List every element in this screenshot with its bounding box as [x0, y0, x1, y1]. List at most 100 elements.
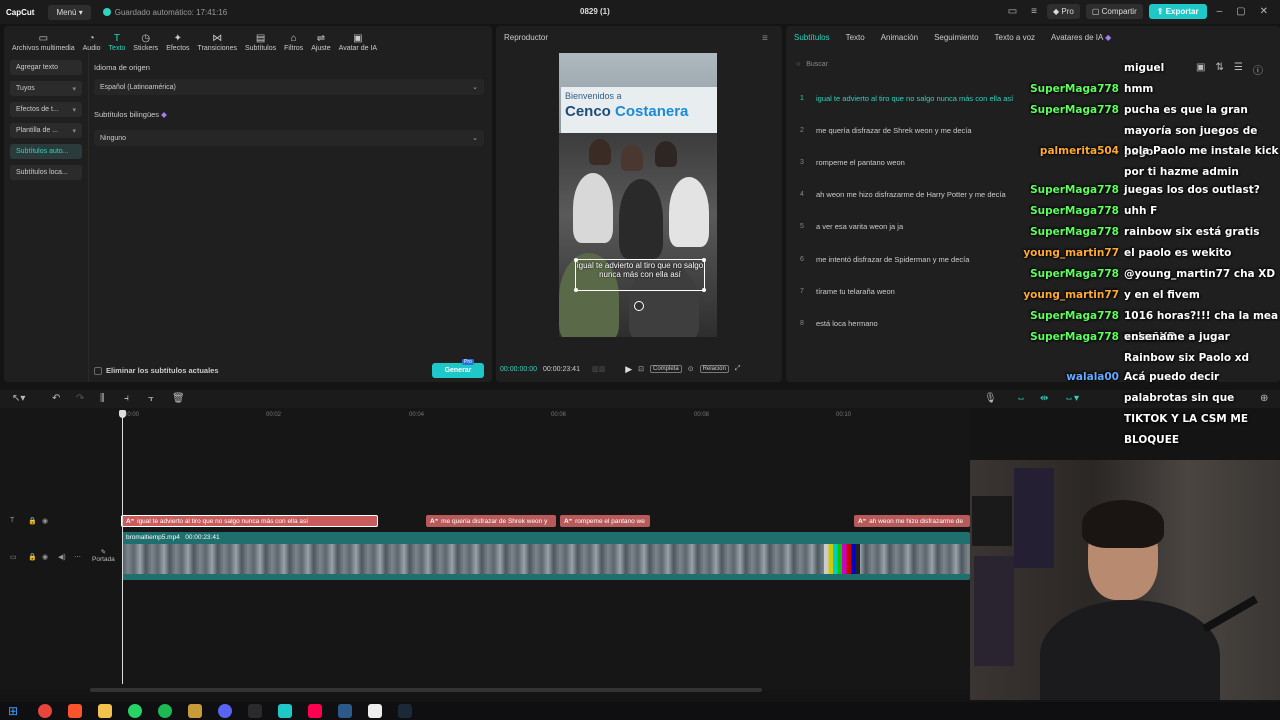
timeline-ruler[interactable]: 00:00 00:02 00:04 00:06 00:08 00:10	[120, 410, 970, 422]
tool-transitions[interactable]: ⋈ Transiciones	[194, 33, 241, 52]
tool-media[interactable]: ▭ Archivos multimedia	[8, 33, 79, 52]
text-clip[interactable]: A⁼ ah weon me hizo disfrazarme de	[854, 515, 970, 527]
tool-subtitles[interactable]: ▤ Subtítulos	[241, 33, 280, 52]
caption-overlay[interactable]: igual te advierto al tiro que no salgo n…	[574, 258, 706, 292]
resize-handle[interactable]	[574, 258, 578, 262]
menu-button[interactable]: Menú ▾	[48, 4, 91, 20]
play-icon[interactable]: ▶	[625, 364, 632, 375]
brave-icon[interactable]	[68, 704, 82, 718]
tab-subtitles[interactable]: Subtítulos	[794, 33, 830, 42]
subtitle-row[interactable]: 1 igual te advierto al tiro que no salgo …	[800, 91, 1040, 105]
tool-audio[interactable]: ◔ Audio	[79, 33, 105, 52]
epic-games-icon[interactable]	[248, 704, 262, 718]
subtitle-row[interactable]: 3 rompeme el pantano weon	[800, 155, 1040, 169]
subtitle-row[interactable]: 7 tírame tu telaraña weon	[800, 284, 1040, 298]
discord-icon[interactable]	[218, 704, 232, 718]
delete-icon[interactable]: 🗑	[172, 393, 185, 404]
tool-effects[interactable]: ✦ Efectos	[162, 33, 193, 52]
export-button[interactable]: ⇪ Exportar	[1148, 4, 1207, 19]
subtitle-row[interactable]: 4 ah weon me hizo disfrazarme de Harry Po…	[800, 187, 1040, 201]
minimize-icon[interactable]: –	[1213, 6, 1227, 17]
winamp-icon[interactable]	[188, 704, 202, 718]
volume-icon[interactable]: ◀)	[58, 553, 66, 561]
screenshot-icon[interactable]: ⊙	[688, 365, 694, 373]
list-icon[interactable]: ≡	[1027, 6, 1041, 17]
subtitle-row[interactable]: 5 a ver esa varita weon ja ja	[800, 219, 1040, 233]
sidenav-local-subtitles[interactable]: Subtítulos loca...	[10, 165, 82, 180]
tab-ai-avatars[interactable]: Avatares de IA ◆	[1051, 33, 1111, 42]
generate-button[interactable]: Generar	[432, 363, 484, 378]
timeline-scrollbar[interactable]	[90, 688, 762, 692]
tool-filters[interactable]: ⌂ Filtros	[280, 33, 307, 52]
share-button[interactable]: ▢ Compartir	[1085, 4, 1143, 19]
text-clip[interactable]: A⁼ igual te advierto al tiro que no salgo…	[121, 515, 378, 527]
remove-subtitles-option[interactable]: Eliminar los subtítulos actuales	[94, 366, 219, 375]
cursor-icon[interactable]: ↖▾	[12, 393, 25, 404]
subtitle-row[interactable]: 6 me intentó disfrazar de Spiderman y me …	[800, 252, 1040, 266]
fullscreen-icon[interactable]: ⤢	[735, 365, 741, 373]
text-clip[interactable]: A⁼ me quería disfrazar de Shrek weon y	[426, 515, 556, 527]
split-icon[interactable]: ⫼	[100, 393, 105, 404]
split-right-icon[interactable]: ⫟	[148, 393, 154, 404]
sidenav-add-text[interactable]: Agregar texto	[10, 60, 82, 75]
sidenav-text-effects[interactable]: Efectos de t... ▾	[10, 102, 82, 117]
eye-icon[interactable]: ◉	[42, 553, 48, 561]
tab-text[interactable]: Texto	[846, 33, 865, 42]
cover-button[interactable]: ✎ Portada	[92, 548, 115, 563]
sidenav-templates[interactable]: Plantilla de ... ▾	[10, 123, 82, 138]
resize-handle[interactable]	[574, 288, 578, 292]
full-button[interactable]: Completa	[650, 365, 682, 373]
redo-icon[interactable]: ↷	[76, 393, 84, 404]
tiktok-icon[interactable]	[308, 704, 322, 718]
tool-text[interactable]: T Texto	[105, 33, 130, 52]
tab-animation[interactable]: Animación	[881, 33, 918, 42]
app-icon[interactable]	[278, 704, 292, 718]
subtitle-row[interactable]: 2 me quería disfrazar de Shrek weon y me …	[800, 123, 1040, 137]
menu-icon[interactable]: ≡	[762, 33, 768, 44]
lock-icon[interactable]: 🔒	[28, 517, 37, 525]
sidenav-auto-subtitles[interactable]: Subtítulos auto...	[10, 144, 82, 159]
app-icon[interactable]	[338, 704, 352, 718]
remove-subtitles-checkbox[interactable]	[94, 366, 102, 375]
capcut-icon[interactable]	[368, 704, 382, 718]
steam-icon[interactable]	[398, 704, 412, 718]
chrome-icon[interactable]	[38, 704, 52, 718]
source-language-select[interactable]: Español (Latinoamérica) ⌄	[94, 79, 484, 95]
sidenav-yours[interactable]: Tuyos ▾	[10, 81, 82, 96]
layout-icon[interactable]: ▭	[1004, 6, 1021, 17]
text-clip[interactable]: A⁼ rompeme el pantano we	[560, 515, 650, 527]
subtitle-search[interactable]: ○ Buscar	[796, 61, 828, 68]
tool-ai-avatar[interactable]: ▣ Avatar de IA	[335, 33, 381, 52]
resize-handle[interactable]	[702, 258, 706, 262]
split-left-icon[interactable]: ⫞	[124, 393, 129, 404]
spotify-icon[interactable]	[158, 704, 172, 718]
chat-text: el paolo es wekito	[1124, 247, 1232, 259]
undo-icon[interactable]: ↶	[52, 393, 60, 404]
playhead[interactable]	[122, 412, 123, 684]
lock-icon[interactable]: 🔒	[28, 553, 37, 561]
tab-tracking[interactable]: Seguimiento	[934, 33, 978, 42]
link-icon[interactable]: ⇔	[1016, 393, 1026, 404]
playhead-handle[interactable]	[119, 410, 126, 418]
ratio-button[interactable]: Relación	[699, 365, 729, 373]
windows-start-icon[interactable]: ⊞	[8, 704, 22, 718]
resize-handle[interactable]	[702, 288, 706, 292]
pro-button[interactable]: ◆ Pro	[1047, 4, 1080, 19]
subtitle-row[interactable]: 8 está loca hermano	[800, 316, 1040, 330]
tool-stickers[interactable]: ◷ Stickers	[129, 33, 162, 52]
video-preview[interactable]: Bienvenidos a Cenco Costanera	[559, 53, 717, 337]
whatsapp-icon[interactable]	[128, 704, 142, 718]
bilingual-select[interactable]: Ninguno ⌄	[94, 130, 484, 146]
mic-icon[interactable]: 🎙	[984, 393, 997, 404]
frame-icon[interactable]: ⊡	[638, 365, 644, 373]
tool-adjust[interactable]: ⇌ Ajuste	[307, 33, 334, 52]
rotate-handle-icon[interactable]	[634, 301, 644, 311]
more-icon[interactable]: ⋯	[74, 553, 81, 561]
video-clip[interactable]: bromaltiemp5.mp4 00:00:23:41	[122, 532, 970, 580]
maximize-icon[interactable]: ▢	[1232, 6, 1249, 17]
tab-text-to-speech[interactable]: Texto a voz	[995, 33, 1035, 42]
eye-icon[interactable]: ◉	[42, 517, 48, 525]
project-title: 0829 (1)	[580, 7, 610, 16]
close-icon[interactable]: ✕	[1256, 6, 1272, 17]
folder-icon[interactable]	[98, 704, 112, 718]
